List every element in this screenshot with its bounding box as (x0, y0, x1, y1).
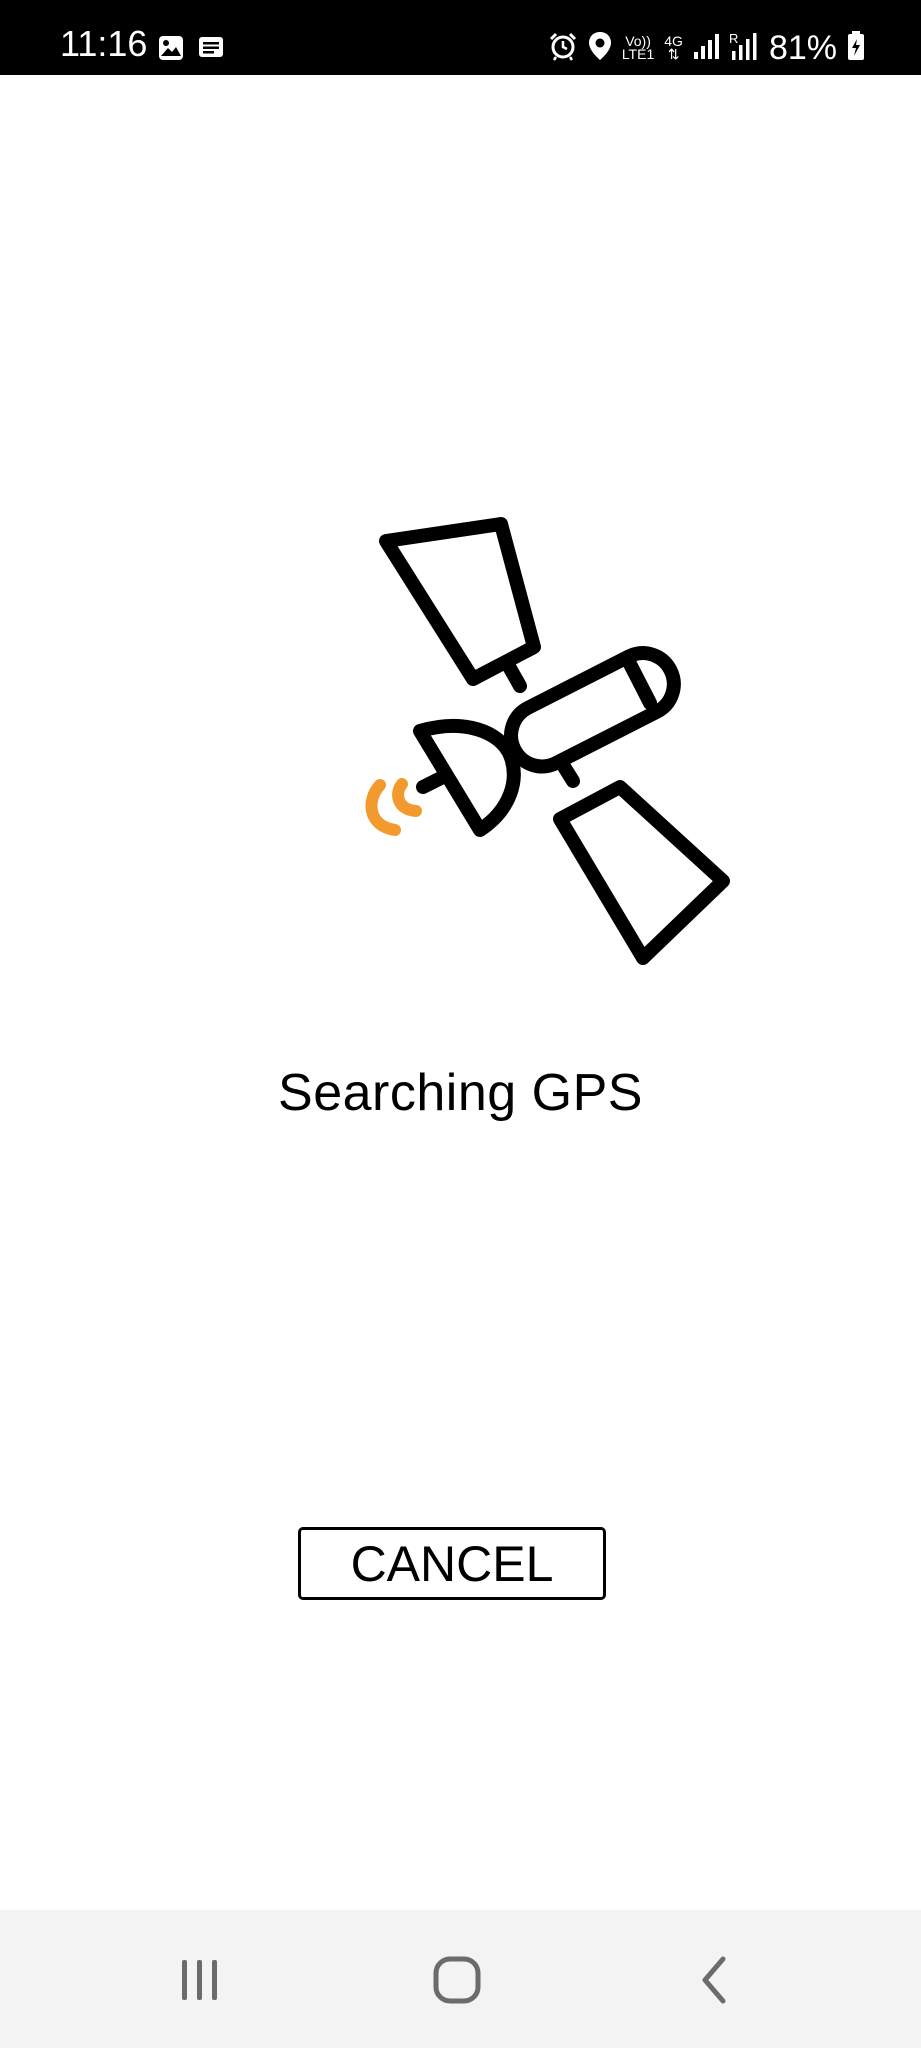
data-arrows-icon: 4G ⇅ (664, 33, 683, 62)
signal-icon (693, 32, 719, 65)
back-icon (702, 1956, 726, 2004)
volte-icon: Vo)) LTE1 (621, 34, 655, 62)
signal-waves-icon (365, 778, 422, 836)
svg-text:R: R (729, 31, 738, 46)
satellite-icon (365, 517, 730, 965)
status-right-icons: Vo)) LTE1 4G ⇅ R 81% (548, 30, 865, 66)
status-bar: 11:16 Vo)) LTE1 4G ⇅ R 81% (0, 0, 921, 75)
battery-percent: 81% (768, 29, 837, 67)
status-left-icons (158, 35, 224, 66)
satellite-illustration (360, 510, 740, 970)
network-bottom-label: LTE1 (621, 46, 655, 62)
recent-apps-button[interactable] (155, 1940, 245, 2020)
status-time: 11:16 (60, 23, 148, 64)
image-icon (158, 35, 184, 66)
home-button[interactable] (412, 1940, 502, 2020)
location-icon (588, 31, 612, 66)
navigation-bar (0, 1910, 921, 2048)
battery-charging-icon (847, 30, 865, 66)
cancel-button[interactable]: CANCEL (298, 1527, 606, 1600)
message-icon (198, 35, 224, 66)
back-button[interactable] (670, 1940, 760, 2020)
roaming-signal-icon: R (729, 31, 759, 66)
status-message: Searching GPS (278, 1064, 643, 1122)
home-icon (433, 1956, 481, 2004)
recent-apps-icon (182, 1960, 217, 2000)
screen: 11:16 Vo)) LTE1 4G ⇅ R 81% Searching GPS… (0, 0, 921, 2048)
alarm-icon (548, 31, 578, 66)
